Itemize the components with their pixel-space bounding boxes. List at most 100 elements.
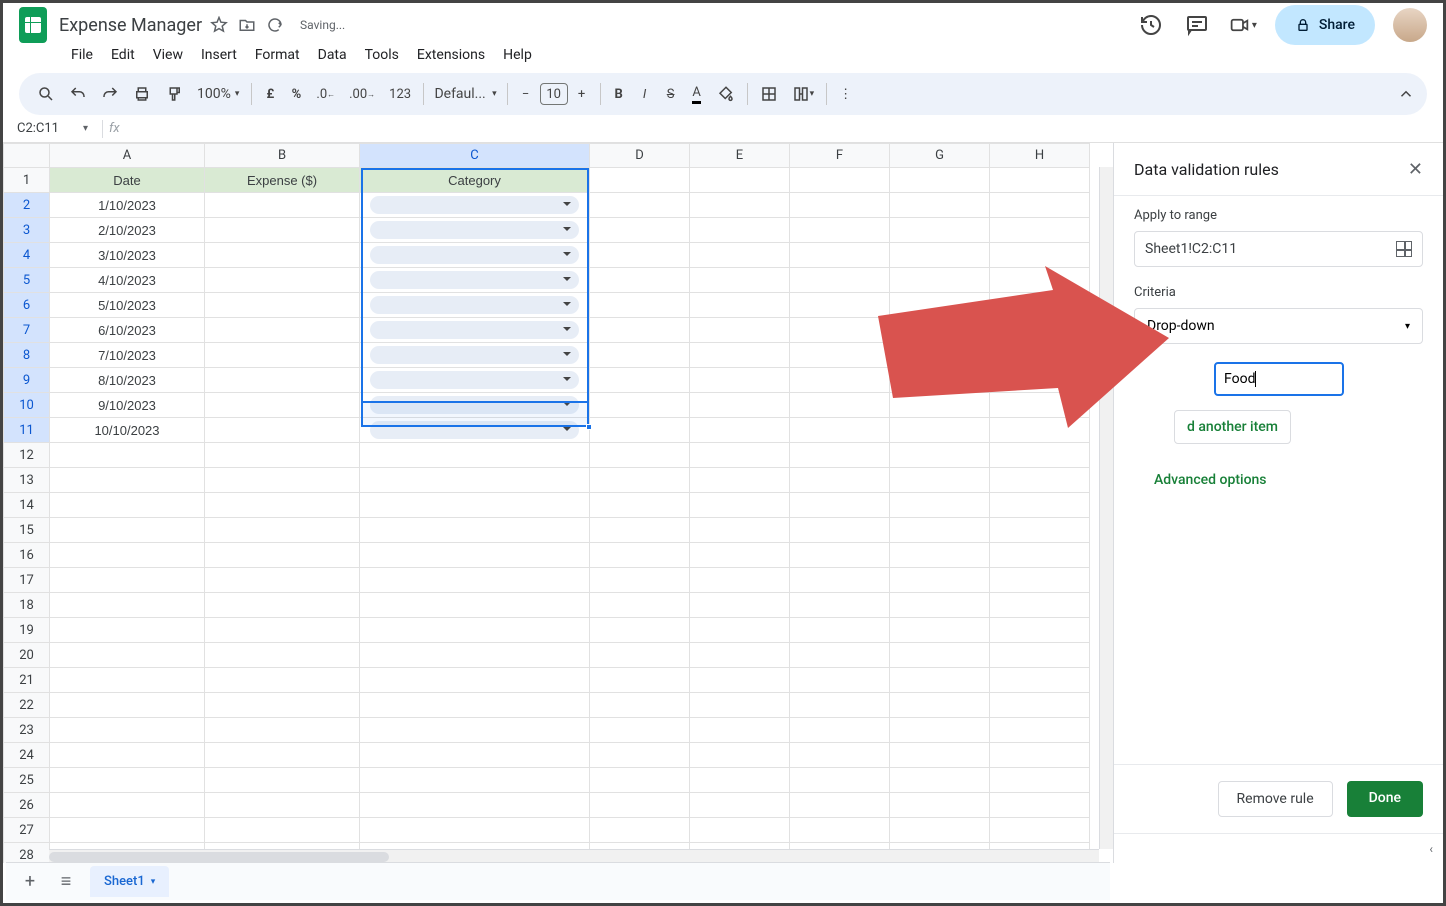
cell[interactable] [590,318,690,343]
row-header[interactable]: 20 [4,643,50,668]
range-input[interactable]: Sheet1!C2:C11 [1134,231,1423,267]
cell[interactable] [50,518,205,543]
cell[interactable] [990,193,1090,218]
cell[interactable]: 7/10/2023 [50,343,205,368]
percent-icon[interactable]: % [284,81,308,108]
dropdown-chip[interactable] [370,296,579,314]
row-header[interactable]: 10 [4,393,50,418]
row-header[interactable]: 13 [4,468,50,493]
cell[interactable] [690,518,790,543]
cell[interactable] [890,793,990,818]
cell[interactable] [360,618,590,643]
cell[interactable] [990,518,1090,543]
row-header[interactable]: 26 [4,793,50,818]
cell[interactable] [990,243,1090,268]
cell[interactable]: Category [360,168,590,193]
cell[interactable] [690,443,790,468]
cell[interactable] [690,643,790,668]
dropdown-chip[interactable] [370,371,579,389]
cell[interactable] [590,443,690,468]
cell[interactable]: Date [50,168,205,193]
cell[interactable] [990,568,1090,593]
cell[interactable] [790,693,890,718]
cell[interactable] [690,393,790,418]
selection-handle[interactable] [586,424,592,430]
add-sheet-icon[interactable]: + [18,871,42,892]
row-header[interactable]: 17 [4,568,50,593]
cell[interactable] [990,743,1090,768]
column-header[interactable]: G [890,144,990,168]
cell[interactable] [205,368,360,393]
cell[interactable] [990,443,1090,468]
cell[interactable] [50,618,205,643]
cell[interactable] [360,293,590,318]
cell[interactable] [205,768,360,793]
cell[interactable] [790,343,890,368]
menu-tools[interactable]: Tools [357,43,407,67]
cell[interactable] [590,243,690,268]
cell[interactable] [590,518,690,543]
cell[interactable] [790,293,890,318]
bold-icon[interactable]: B [607,81,631,108]
cell[interactable]: 2/10/2023 [50,218,205,243]
cell[interactable] [360,693,590,718]
cell[interactable] [205,393,360,418]
cell[interactable] [790,368,890,393]
cell[interactable] [590,168,690,193]
strikethrough-icon[interactable]: S [659,81,683,108]
cell[interactable] [690,193,790,218]
cell[interactable] [690,693,790,718]
italic-icon[interactable]: I [633,81,657,108]
move-icon[interactable] [238,16,256,34]
menu-help[interactable]: Help [495,43,540,67]
cell[interactable] [890,543,990,568]
row-header[interactable]: 16 [4,543,50,568]
done-button[interactable]: Done [1347,781,1423,817]
menu-format[interactable]: Format [247,43,308,67]
cell[interactable] [890,468,990,493]
cell[interactable] [690,668,790,693]
cell[interactable] [690,468,790,493]
increase-font-icon[interactable]: + [570,81,594,108]
cell[interactable] [50,718,205,743]
advanced-options-link[interactable]: Advanced options [1154,472,1423,488]
cell[interactable] [890,443,990,468]
comments-icon[interactable] [1183,11,1211,39]
cell[interactable] [690,718,790,743]
close-icon[interactable]: ✕ [1408,159,1423,180]
menu-insert[interactable]: Insert [193,43,245,67]
cell[interactable] [360,493,590,518]
cell[interactable] [50,568,205,593]
cell[interactable] [890,768,990,793]
menu-extensions[interactable]: Extensions [409,43,493,67]
cell[interactable] [205,343,360,368]
row-header[interactable]: 6 [4,293,50,318]
dropdown-chip[interactable] [370,396,579,414]
cell[interactable] [205,568,360,593]
dropdown-chip[interactable] [370,221,579,239]
cell[interactable] [205,468,360,493]
cell[interactable] [205,743,360,768]
cell[interactable] [790,718,890,743]
cell[interactable]: Expense ($) [205,168,360,193]
cell[interactable] [50,593,205,618]
cell[interactable]: 9/10/2023 [50,393,205,418]
cell[interactable] [50,818,205,843]
menu-view[interactable]: View [145,43,191,67]
cell[interactable] [690,168,790,193]
print-icon[interactable] [127,79,157,109]
cell[interactable] [790,818,890,843]
cell[interactable] [360,793,590,818]
cell[interactable] [790,593,890,618]
cell[interactable] [690,368,790,393]
cell[interactable] [790,743,890,768]
cell[interactable] [790,193,890,218]
row-header[interactable]: 23 [4,718,50,743]
cell[interactable]: 4/10/2023 [50,268,205,293]
cell[interactable] [890,493,990,518]
cell[interactable] [890,268,990,293]
cell[interactable] [590,643,690,668]
fill-color-icon[interactable] [711,79,741,109]
cell[interactable] [590,743,690,768]
cell[interactable] [205,293,360,318]
